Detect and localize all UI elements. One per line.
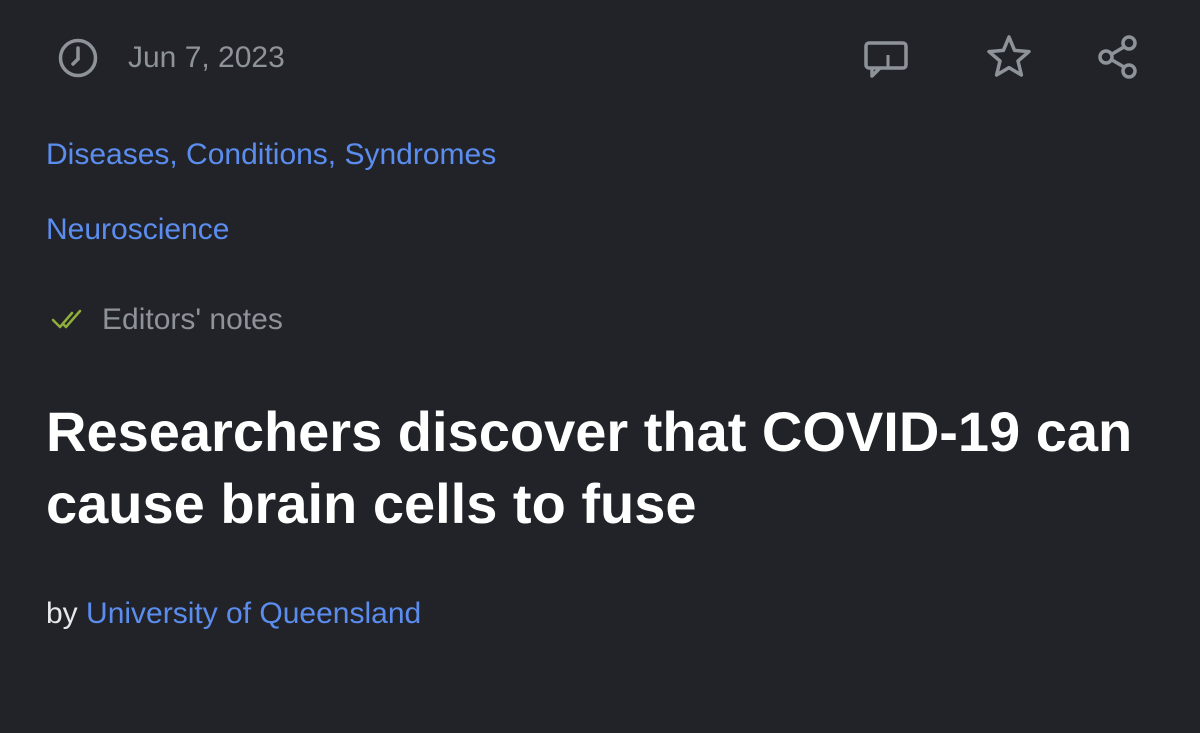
- article-title: Researchers discover that COVID-19 can c…: [46, 400, 1133, 535]
- byline: by University of Queensland: [46, 594, 421, 634]
- category-link-diseases[interactable]: Diseases, Conditions, Syndromes: [46, 135, 496, 175]
- author-link[interactable]: University of Queensland: [86, 597, 421, 630]
- comments-button[interactable]: [862, 32, 912, 82]
- comments-icon: [862, 35, 912, 79]
- share-icon: [1093, 32, 1143, 82]
- article-meta-bar: Jun 7, 2023: [0, 0, 1200, 116]
- share-button[interactable]: [1093, 32, 1143, 82]
- editors-notes-label: Editors' notes: [102, 303, 283, 336]
- editors-notes[interactable]: Editors' notes: [50, 298, 283, 342]
- publish-date: Jun 7, 2023: [128, 41, 285, 74]
- bookmark-button[interactable]: [984, 32, 1034, 82]
- double-check-icon: [50, 305, 90, 335]
- star-icon: [984, 32, 1034, 82]
- clock-icon: [57, 37, 99, 79]
- byline-prefix: by: [46, 597, 78, 630]
- category-link-neuroscience[interactable]: Neuroscience: [46, 210, 229, 250]
